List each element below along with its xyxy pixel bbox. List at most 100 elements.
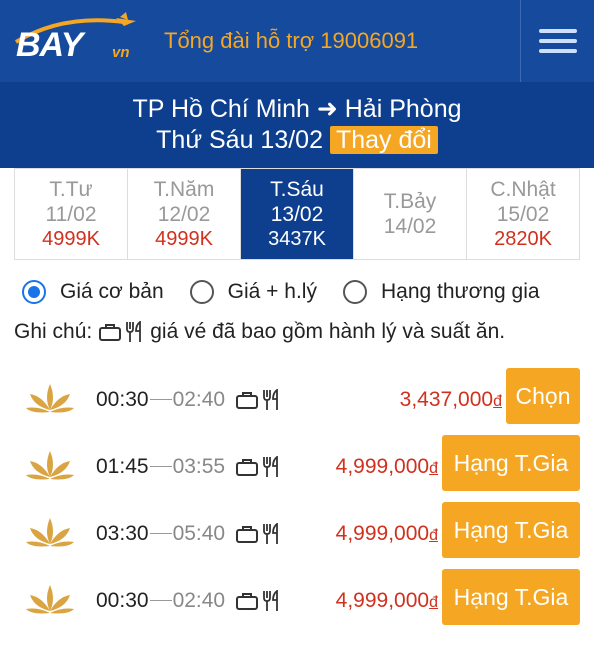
time-separator [149,600,172,601]
luggage-icon [236,458,259,476]
top-bar: BAY vn Tổng đài hỗ trợ 19006091 [0,0,594,82]
note-icons [98,321,144,343]
currency-symbol: đ [429,460,438,477]
date-tab-date: 15/02 [496,203,550,226]
flight-price: 4,999,000đ [336,455,438,479]
currency-symbol: đ [429,527,438,544]
logo-text: BAY [16,26,83,64]
hamburger-menu-icon[interactable] [520,0,594,82]
arrive-time: 03:55 [172,454,226,478]
flight-price: 4,999,000đ [336,522,438,546]
fare-radio-label: Hạng thương gia [380,280,540,303]
date-tab-15-02[interactable]: C.Nhật 15/02 2820K [467,169,579,259]
abay-logo[interactable]: BAY vn [0,0,150,82]
fare-radio-label: Giá + h.lý [227,280,317,303]
date-tab-11-02[interactable]: T.Tư 11/02 4999K [15,169,128,259]
business-class-button[interactable]: Hạng T.Gia [442,569,580,625]
route-line: TP Hồ Chí Minh ➜ Hải Phòng [0,94,594,124]
price-amount: 4,999,000 [335,522,430,545]
flight-row: 00:30 02:40 4,999,000đ Hạng T.Gia [0,567,594,634]
change-date-button[interactable]: Thay đổi [329,126,438,154]
date-tab-weekday: C.Nhật [490,178,556,201]
fare-radio-luggage[interactable]: Giá + h.lý [189,280,317,304]
date-selector: T.Tư 11/02 4999K T.Năm 12/02 4999K T.Sáu… [14,168,580,260]
amenity-icons [235,455,281,478]
amenity-icons [235,522,281,545]
flight-times: 00:30 02:40 [96,388,281,412]
flight-row: 03:30 05:40 4,999,000đ Hạng T.Gia [0,500,594,567]
date-tab-12-02[interactable]: T.Năm 12/02 4999K [128,169,241,259]
meal-icon [263,388,279,410]
fare-note: Ghi chú: giá vé đã bao gồm hành lý và su… [0,304,594,344]
luggage-icon [236,525,259,543]
date-tab-price: 2820K [494,228,552,250]
time-separator [149,466,172,467]
logo-suffix: vn [112,44,130,61]
date-tab-date: 14/02 [383,215,437,238]
fare-radio-basic[interactable]: Giá cơ bản [22,280,164,304]
meal-icon [126,321,142,342]
currency-symbol: đ [493,393,502,410]
luggage-icon [236,391,259,409]
date-tab-weekday: T.Bảy [383,190,437,213]
flight-times: 00:30 02:40 [96,589,281,613]
price-amount: 3,437,000 [399,388,494,411]
amenity-icons [235,388,281,411]
flight-price: 4,999,000đ [336,589,438,613]
radio-unchecked-icon[interactable] [189,280,214,304]
date-tab-price: 4999K [42,228,100,250]
price-amount: 4,999,000 [335,455,430,478]
depart-time: 00:30 [96,588,149,612]
flight-times: 03:30 05:40 [96,522,281,546]
radio-checked-icon[interactable] [22,280,46,304]
arrow-right-icon: ➜ [316,95,338,123]
note-text: giá vé đã bao gồm hành lý và suất ăn. [150,320,506,343]
date-tab-weekday: T.Tư [49,178,93,201]
price-amount: 4,999,000 [335,589,430,612]
date-tab-14-02[interactable]: T.Bảy 14/02 [354,169,467,259]
time-separator [149,399,172,400]
meal-icon [263,455,279,477]
arrive-time: 05:40 [172,521,226,545]
business-class-button[interactable]: Hạng T.Gia [442,502,580,558]
arrive-time: 02:40 [172,588,226,612]
fare-type-options: Giá cơ bản Giá + h.lý Hạng thương gia [0,260,594,304]
depart-time: 00:30 [96,387,149,411]
flight-row: 01:45 03:55 4,999,000đ Hạng T.Gia [0,433,594,500]
date-tab-price: 4999K [155,228,213,250]
date-line: Thứ Sáu 13/02 Thay đổi [0,124,594,156]
flight-times: 01:45 03:55 [96,455,281,479]
meal-icon [263,589,279,611]
vietnam-airlines-lotus-icon [26,450,74,479]
date-tab-date: 13/02 [270,203,324,226]
business-class-button[interactable]: Hạng T.Gia [442,435,580,491]
select-flight-button[interactable]: Chọn [506,368,580,424]
vietnam-airlines-lotus-icon [26,383,74,412]
flight-price: 3,437,000đ [400,388,502,412]
hotline-text[interactable]: Tổng đài hỗ trợ 19006091 [164,28,418,54]
vietnam-airlines-lotus-icon [26,517,74,546]
luggage-icon [99,324,122,341]
date-tab-weekday: T.Năm [153,178,215,201]
date-tab-price: 3437K [268,228,326,250]
date-tab-date: 12/02 [157,203,211,226]
luggage-icon [236,592,259,610]
vietnam-airlines-lotus-icon [26,584,74,613]
arrive-time: 02:40 [172,387,226,411]
travel-date: Thứ Sáu 13/02 [156,126,323,154]
meal-icon [263,522,279,544]
note-prefix: Ghi chú: [14,320,93,343]
fare-radio-business[interactable]: Hạng thương gia [342,280,540,304]
flight-list: 00:30 02:40 3,437,000đ Chọn 01:45 03:55 [0,366,594,634]
currency-symbol: đ [429,594,438,611]
radio-unchecked-icon[interactable] [342,280,367,304]
amenity-icons [235,589,281,612]
date-tab-weekday: T.Sáu [270,178,324,201]
destination-city: Hải Phòng [344,95,462,123]
fare-radio-label: Giá cơ bản [60,280,164,303]
route-summary: TP Hồ Chí Minh ➜ Hải Phòng Thứ Sáu 13/02… [0,82,594,168]
depart-time: 01:45 [96,454,149,478]
time-separator [149,533,172,534]
date-tab-13-02[interactable]: T.Sáu 13/02 3437K [241,169,354,259]
depart-time: 03:30 [96,521,149,545]
